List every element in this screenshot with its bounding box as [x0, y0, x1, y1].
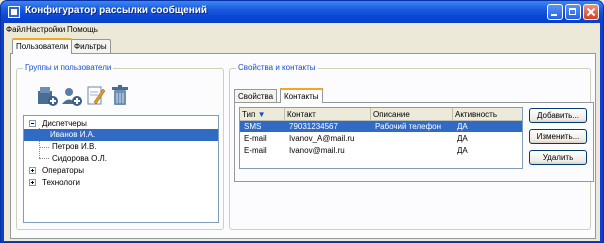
- cell-description: Рабочий телефон: [375, 122, 442, 131]
- close-button[interactable]: [583, 4, 599, 20]
- tab-filters[interactable]: Фильтры: [70, 39, 111, 53]
- cell-contact: Ivanov_A@mail.ru: [289, 134, 355, 143]
- column-label: Тип: [242, 110, 256, 119]
- tree-node-operators[interactable]: Операторы: [24, 165, 218, 177]
- cell-type: SMS: [244, 122, 262, 131]
- add-group-icon[interactable]: [37, 83, 59, 107]
- users-tab-panel: Группы и пользователи Диспетчеры Иванов …: [10, 53, 596, 239]
- window-title: Конфигуратор рассылки сообщений: [25, 5, 208, 16]
- contacts-panel: Тип ▼ Контакт Описание Активность SMS 79…: [234, 102, 594, 182]
- expand-icon[interactable]: [29, 179, 36, 186]
- contacts-table[interactable]: Тип ▼ Контакт Описание Активность SMS 79…: [239, 107, 523, 169]
- collapse-icon[interactable]: [29, 120, 36, 127]
- table-row[interactable]: E-mail Ivanov@mail.ru ДА: [240, 145, 522, 156]
- column-header-contact[interactable]: Контакт: [285, 108, 371, 120]
- minimize-button[interactable]: [547, 4, 563, 20]
- table-row[interactable]: E-mail Ivanov_A@mail.ru ДА: [240, 133, 522, 144]
- groups-tree[interactable]: Диспетчеры Иванов И.А. Петров И.В. Сидор…: [23, 115, 219, 223]
- tree-node-ivanov[interactable]: Иванов И.А.: [24, 129, 218, 141]
- table-row[interactable]: SMS 79031234567 Рабочий телефон ДА: [240, 121, 522, 132]
- column-header-description[interactable]: Описание: [371, 108, 453, 120]
- table-header: Тип ▼ Контакт Описание Активность: [240, 108, 522, 121]
- cell-type: E-mail: [244, 134, 267, 143]
- tree-node-sidorova[interactable]: Сидорова О.Л.: [24, 153, 218, 165]
- menu-bar: Файл Настройки Помощь: [4, 23, 600, 37]
- tree-node-label: Сидорова О.Л.: [52, 154, 108, 163]
- app-window: Конфигуратор рассылки сообщений Файл Нас…: [0, 0, 604, 243]
- properties-contacts-group: Свойства и контакты Свойства Контакты Ти…: [229, 63, 594, 230]
- properties-contacts-legend: Свойства и контакты: [236, 63, 318, 72]
- tree-node-label: Диспетчеры: [42, 119, 87, 128]
- tree-node-technologists[interactable]: Технологи: [24, 177, 218, 189]
- tree-node-label: Иванов И.А.: [50, 130, 96, 139]
- app-icon: [8, 6, 20, 18]
- column-header-type[interactable]: Тип ▼: [240, 108, 285, 120]
- cell-type: E-mail: [244, 146, 267, 155]
- expand-icon[interactable]: [29, 167, 36, 174]
- cell-contact: 79031234567: [289, 122, 338, 131]
- delete-icon[interactable]: [109, 83, 131, 107]
- tree-node-petrov[interactable]: Петров И.В.: [24, 141, 218, 153]
- menu-file[interactable]: Файл: [6, 25, 26, 34]
- client-area: Файл Настройки Помощь Пользователи Фильт…: [4, 23, 600, 241]
- groups-users-group: Группы и пользователи Диспетчеры Иванов …: [16, 63, 224, 230]
- title-bar[interactable]: Конфигуратор рассылки сообщений: [1, 1, 603, 23]
- maximize-button[interactable]: [565, 4, 581, 20]
- column-header-activity[interactable]: Активность: [453, 108, 522, 120]
- menu-help[interactable]: Помощь: [67, 25, 98, 34]
- edit-contact-button[interactable]: Изменить...: [529, 129, 587, 144]
- sort-arrow-icon: ▼: [257, 110, 266, 119]
- tree-node-label: Операторы: [42, 166, 84, 175]
- tab-properties[interactable]: Свойства: [234, 89, 278, 102]
- menu-settings[interactable]: Настройки: [26, 25, 65, 34]
- cell-contact: Ivanov@mail.ru: [289, 146, 345, 155]
- cell-activity: ДА: [457, 146, 468, 155]
- edit-icon[interactable]: [85, 83, 107, 107]
- tab-contacts[interactable]: Контакты: [280, 88, 323, 103]
- cell-activity: ДА: [457, 134, 468, 143]
- add-user-icon[interactable]: [61, 83, 83, 107]
- tree-node-label: Петров И.В.: [52, 142, 97, 151]
- tree-node-label: Технологи: [42, 178, 80, 187]
- cell-activity: ДА: [457, 122, 468, 131]
- add-contact-button[interactable]: Добавить...: [529, 108, 587, 123]
- groups-users-legend: Группы и пользователи: [23, 63, 114, 72]
- tab-users[interactable]: Пользователи: [12, 38, 73, 54]
- delete-contact-button[interactable]: Удалить: [529, 150, 587, 165]
